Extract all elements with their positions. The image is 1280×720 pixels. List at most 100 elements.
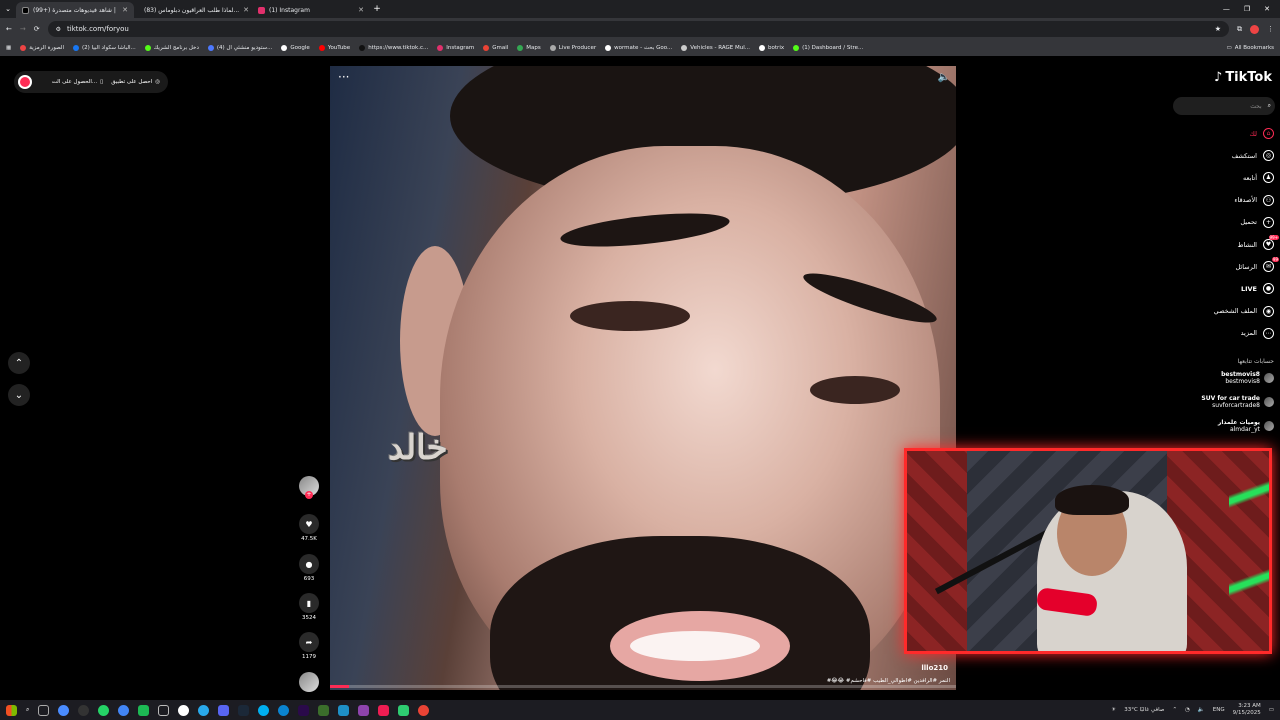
sidebar-item-user-follow[interactable]: أتابعه ♟ [1243,172,1274,184]
obs-icon[interactable] [78,704,90,716]
start-icon[interactable] [6,704,17,716]
video-player[interactable]: خالد ··· 🔈 lllo210 #😂😂 #النمر #الرافدين … [330,66,956,690]
close-window-button[interactable]: ✕ [1264,5,1270,13]
followed-account[interactable]: يوميات علمدار almdar_yt [1218,419,1274,433]
video-progress-bar[interactable] [330,685,956,688]
notification-icon[interactable]: ▭ [1269,707,1274,713]
bookmark-star-icon[interactable]: ★ [1215,25,1221,33]
search-input[interactable]: بحث ⌕ [1173,97,1275,115]
bookmark-item[interactable]: https://www.tiktok.c... [359,45,428,51]
bookmark-item[interactable]: Instagram [437,45,474,51]
reload-icon[interactable]: ⟳ [34,25,40,33]
discord-icon[interactable] [218,704,230,716]
site-info-icon[interactable]: ⚙ [56,26,61,33]
telegram-icon[interactable] [198,704,210,716]
sidebar-item-live[interactable]: LIVE ● [1241,283,1274,295]
maximize-button[interactable]: ❐ [1244,5,1250,13]
back-icon[interactable]: ← [6,25,12,33]
bookmark-item[interactable]: Maps [517,45,541,51]
edge-icon[interactable] [278,704,290,716]
volume-icon[interactable]: 🔈 [1198,707,1205,713]
app-icon[interactable] [398,704,410,716]
weather-label[interactable]: 33°C صافي غالبًا [1124,707,1164,713]
menu-icon[interactable]: ⋮ [1267,25,1274,33]
steam-icon[interactable] [238,704,250,716]
tiktok-icon[interactable] [378,704,390,716]
next-video-button[interactable]: ⌄ [8,384,30,406]
premiere-icon[interactable] [298,704,310,716]
tab-tiktok[interactable]: (99+) شاهد فيديوهات متصدرة | ✕ [16,2,134,18]
sidebar-item-friends[interactable]: الأصدقاء ⚇ [1234,194,1274,206]
sidebar-item-compass[interactable]: استكشف ◎ [1232,150,1274,162]
clock[interactable]: 3:23 AM 9/15/2025 [1233,703,1261,717]
more-options-icon[interactable]: ··· [338,70,349,84]
forward-icon[interactable]: → [20,25,26,33]
sidebar-item-profile[interactable]: الملف الشخصي ◉ [1214,305,1274,317]
tray-chevron-icon[interactable]: ⌃ [1172,707,1177,713]
address-bar[interactable]: ⚙ tiktok.com/foryou ★ [47,21,1229,37]
bookmark-item[interactable]: botrix [759,45,784,51]
apps-grid-icon[interactable]: ▦ [6,45,11,51]
bookmark-item[interactable]: Vehicles - RAGE Mul... [681,45,750,51]
skype-icon[interactable] [258,704,270,716]
like-button[interactable]: ♥ 47.5K [299,514,319,542]
get-pc-app-button[interactable]: الحصول على الت... ▯ [52,79,103,85]
tiktok-logo[interactable]: ♪ TikTok [1214,70,1272,85]
chrome-icon[interactable] [418,704,430,716]
copilot-icon[interactable] [58,704,70,716]
sidebar-item-more[interactable]: المزيد ⋯ [1241,327,1274,339]
chrome-icon[interactable] [118,704,130,716]
bookmark-item[interactable]: دخل برنامج الشريك [144,45,199,51]
bookmark-item[interactable]: YouTube [318,45,350,51]
close-icon[interactable]: ✕ [122,6,128,14]
bookmark-item[interactable]: wormate - بحث Goo... [605,45,672,51]
bookmark-item[interactable]: (1) Dashboard / Stre... [793,45,863,51]
sidebar-item-messages[interactable]: الرسائل ✉ 99 [1235,257,1279,273]
comment-button[interactable]: ● 693 [299,554,319,582]
bookmark-item[interactable]: Live Producer [549,45,596,51]
spotify-icon[interactable] [138,704,150,716]
bookmark-item[interactable]: Google [281,45,310,51]
video-author[interactable]: lllo210 [921,664,948,672]
image-app-icon[interactable] [158,704,170,716]
get-app-button[interactable]: احصل على تطبيق ◎ [111,79,160,85]
weather-icon[interactable]: ☀ [1111,707,1116,713]
close-icon[interactable]: ✕ [243,6,249,14]
tab-instagram[interactable]: (1) Instagram ✕ [252,2,370,18]
previous-video-button[interactable]: ⌃ [8,352,30,374]
extensions-icon[interactable]: ⧉ [1237,25,1242,34]
search-icon[interactable]: ⌕ [1268,102,1271,110]
video-hashtags[interactable]: #😂😂 #النمر #الرافدين #اطوالي_الطيب #فاحش… [827,678,950,684]
tab-search-button[interactable]: ⌄ [0,5,16,13]
user-avatar[interactable] [18,75,32,89]
followed-account[interactable]: SUV for car trade suvforcartrade8 [1201,395,1274,409]
all-bookmarks-folder[interactable]: ▭ All Bookmarks [1227,45,1275,51]
language-indicator[interactable]: ENG [1213,707,1225,713]
volume-icon[interactable]: 🔈 [938,72,950,83]
sidebar-item-upload[interactable]: تحميل + [1240,216,1274,228]
minimize-button[interactable]: — [1223,5,1230,13]
sidebar-item-activity[interactable]: النشاط ♥ 99+ [1237,235,1279,250]
task-view-icon[interactable] [38,704,50,716]
followed-account[interactable]: bestmovis8 bestmovis8 [1221,371,1274,385]
game-app-icon[interactable] [318,704,330,716]
bookmark-item[interactable]: (4) ستوديو منشئي ال... [207,45,272,51]
music-disc[interactable] [299,672,319,692]
close-icon[interactable]: ✕ [358,6,364,14]
bookmark-item[interactable]: Gmail [483,45,508,51]
wifi-icon[interactable]: ◔ [1185,707,1190,713]
sidebar-item-home[interactable]: لك ⌂ [1250,128,1274,139]
bookmark-item[interactable]: (2) الباشا سكواد البيا... [73,45,136,51]
save-button[interactable]: ▮ 3524 [299,593,319,621]
whatsapp-icon[interactable] [98,704,110,716]
search-icon[interactable]: ⌕ [26,706,29,714]
new-tab-button[interactable]: + [370,4,384,14]
creator-avatar[interactable]: + [299,476,319,499]
app-icon[interactable] [358,704,370,716]
app-icon[interactable] [338,704,350,716]
follow-plus-icon[interactable]: + [305,491,313,499]
app-icon[interactable] [178,704,190,716]
tab-youtube[interactable]: (83) لماذا طلب العراقيون دبلوماس... ✕ [134,2,252,18]
profile-avatar[interactable] [1250,24,1259,34]
bookmark-item[interactable]: الصورة الرمزية [20,45,64,51]
